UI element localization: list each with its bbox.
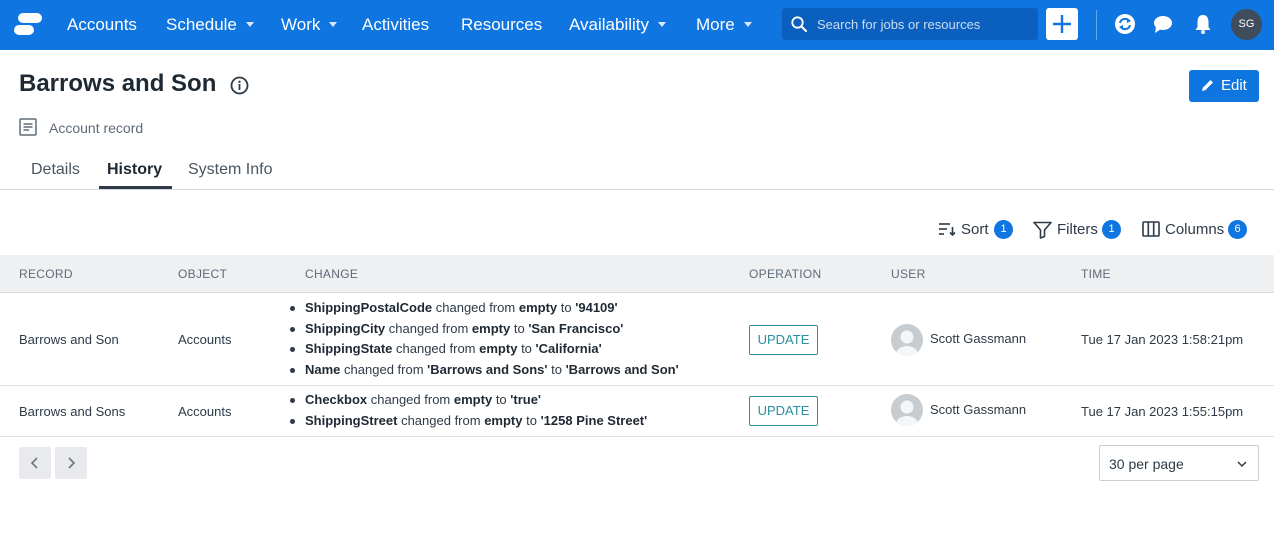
- chevron-down-icon: [245, 21, 254, 27]
- person-icon: [896, 400, 918, 426]
- chevron-down-icon: [329, 21, 338, 27]
- top-nav-bar: Accounts Schedule Work Activities Resour…: [0, 0, 1274, 50]
- nav-availability-label: Availability: [569, 15, 650, 34]
- chat-icon[interactable]: [1152, 13, 1174, 35]
- nav-availability[interactable]: Availability: [569, 0, 667, 50]
- change-item: ShippingPostalCode changed from empty to…: [289, 298, 679, 319]
- filter-icon: [1033, 221, 1052, 239]
- nav-resources[interactable]: Resources: [461, 0, 542, 50]
- change-item: ShippingStreet changed from empty to '12…: [289, 411, 647, 432]
- tab-system-info[interactable]: System Info: [188, 161, 272, 179]
- page-title: Barrows and Son: [19, 70, 217, 97]
- change-item: Checkbox changed from empty to 'true': [289, 390, 647, 411]
- object-cell: Accounts: [178, 332, 232, 347]
- change-list: Checkbox changed from empty to 'true' Sh…: [289, 390, 647, 431]
- tab-details[interactable]: Details: [31, 161, 80, 179]
- columns-count-badge: 6: [1228, 220, 1247, 239]
- columns-button[interactable]: Columns 6: [1142, 219, 1248, 241]
- user-avatar-placeholder: [891, 324, 923, 356]
- chevron-right-icon: [68, 457, 76, 469]
- sort-label: Sort: [961, 221, 989, 238]
- nav-more[interactable]: More: [696, 0, 752, 50]
- tabs-divider: [0, 189, 1274, 190]
- nav-work[interactable]: Work: [281, 0, 338, 50]
- previous-page-button[interactable]: [19, 447, 51, 479]
- column-header-change[interactable]: CHANGE: [305, 267, 358, 281]
- filters-button[interactable]: Filters 1: [1033, 219, 1123, 241]
- nav-activities[interactable]: Activities: [362, 0, 429, 50]
- nav-activities-label: Activities: [362, 15, 430, 34]
- column-header-time[interactable]: TIME: [1081, 267, 1111, 281]
- column-header-object[interactable]: OBJECT: [178, 267, 227, 281]
- operation-badge: UPDATE: [749, 396, 818, 426]
- person-icon: [896, 330, 918, 356]
- sort-count-badge: 1: [994, 220, 1013, 239]
- nav-more-label: More: [696, 15, 735, 34]
- sort-icon: [939, 223, 956, 237]
- column-header-record[interactable]: RECORD: [19, 267, 73, 281]
- columns-label: Columns: [1165, 221, 1225, 238]
- time-cell: Tue 17 Jan 2023 1:55:15pm: [1081, 404, 1244, 419]
- filters-count-badge: 1: [1102, 220, 1121, 239]
- filters-label: Filters: [1057, 221, 1098, 238]
- sync-icon[interactable]: [1114, 13, 1136, 35]
- search-input[interactable]: [817, 8, 1032, 40]
- change-item: ShippingState changed from empty to 'Cal…: [289, 339, 679, 360]
- nav-resources-label: Resources: [461, 15, 543, 34]
- app-logo-icon[interactable]: [14, 11, 44, 37]
- edit-button-label: Edit: [1221, 77, 1247, 94]
- next-page-button[interactable]: [55, 447, 87, 479]
- document-icon: [19, 118, 37, 136]
- add-button[interactable]: [1046, 8, 1078, 40]
- user-name: Scott Gassmann: [930, 331, 1027, 346]
- record-cell[interactable]: Barrows and Sons: [19, 404, 125, 419]
- nav-schedule-label: Schedule: [166, 15, 237, 34]
- nav-accounts[interactable]: Accounts: [67, 0, 137, 50]
- bell-icon[interactable]: [1192, 13, 1214, 35]
- user-avatar-placeholder: [891, 394, 923, 426]
- pencil-icon: [1202, 80, 1213, 91]
- table-row[interactable]: Barrows and Sons Accounts Checkbox chang…: [0, 386, 1274, 437]
- per-page-value: 30 per page: [1109, 456, 1184, 472]
- table-row[interactable]: Barrows and Son Accounts ShippingPostalC…: [0, 294, 1274, 386]
- nav-work-label: Work: [281, 15, 321, 34]
- change-list: ShippingPostalCode changed from empty to…: [289, 298, 679, 381]
- column-header-user[interactable]: USER: [891, 267, 926, 281]
- nav-schedule[interactable]: Schedule: [166, 0, 254, 50]
- chevron-left-icon: [30, 457, 38, 469]
- chevron-down-icon: [658, 21, 667, 27]
- operation-badge: UPDATE: [749, 325, 818, 355]
- info-icon[interactable]: [230, 76, 249, 95]
- chevron-down-icon: [743, 21, 752, 27]
- time-cell: Tue 17 Jan 2023 1:58:21pm: [1081, 332, 1244, 347]
- record-cell[interactable]: Barrows and Son: [19, 332, 119, 347]
- record-type-label: Account record: [49, 120, 144, 136]
- sort-button[interactable]: Sort 1: [938, 219, 1014, 241]
- nav-accounts-label: Accounts: [67, 15, 137, 34]
- user-name: Scott Gassmann: [930, 402, 1027, 417]
- search-icon: [791, 16, 807, 32]
- user-avatar[interactable]: SG: [1231, 9, 1262, 40]
- columns-icon: [1142, 221, 1160, 237]
- plus-icon: [1053, 15, 1071, 33]
- object-cell: Accounts: [178, 404, 232, 419]
- change-item: Name changed from 'Barrows and Sons' to …: [289, 360, 679, 381]
- per-page-select[interactable]: 30 per page: [1099, 445, 1259, 481]
- chevron-down-icon: [1237, 461, 1247, 468]
- table-header: RECORD OBJECT CHANGE OPERATION USER TIME: [0, 255, 1274, 293]
- edit-button[interactable]: Edit: [1189, 70, 1259, 102]
- tab-history[interactable]: History: [107, 161, 162, 179]
- search-box[interactable]: [782, 8, 1038, 40]
- change-item: ShippingCity changed from empty to 'San …: [289, 319, 679, 340]
- column-header-operation[interactable]: OPERATION: [749, 267, 822, 281]
- nav-divider: [1096, 10, 1097, 40]
